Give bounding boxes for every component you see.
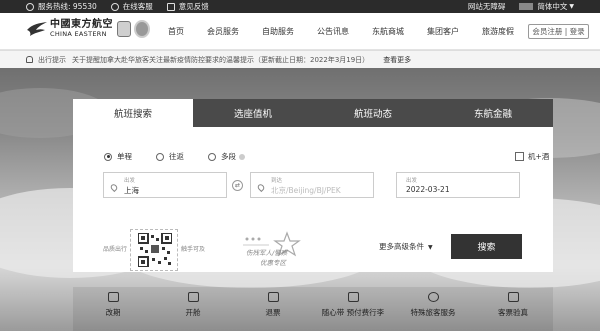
- top-utility-bar: 服务热线: 95530 在线客服 意见反馈 网站无障碍 简体中文 ▼: [0, 0, 600, 13]
- tab-seat-checkin[interactable]: 选座值机: [193, 99, 313, 127]
- service-prepaid-baggage[interactable]: 随心带 预付费行李: [313, 287, 393, 331]
- radio-label: 多段: [221, 152, 236, 161]
- main-nav: 首页 会员服务 自助服务 公告讯息 东航商城 集团客户 旅游度假: [168, 13, 537, 50]
- tab-finance[interactable]: 东航金融: [433, 99, 553, 127]
- radio-dot: [104, 152, 112, 161]
- service-upgrade[interactable]: 开舱: [153, 287, 233, 331]
- site-header: 中國東方航空 CHINA EASTERN 首页 会员服务 自助服务 公告讯息 东…: [0, 13, 600, 50]
- swap-cities-icon[interactable]: ⇄: [232, 180, 243, 191]
- nav-announcements[interactable]: 公告讯息: [317, 26, 349, 37]
- phone-icon: [26, 2, 34, 11]
- headset-icon: [110, 2, 119, 11]
- flight-hotel-checkbox[interactable]: 机+酒: [515, 151, 549, 162]
- login-register-button[interactable]: 会员注册 | 登录: [528, 24, 589, 39]
- checkbox-box: [515, 152, 524, 161]
- nav-home[interactable]: 首页: [168, 26, 184, 37]
- service-special-passengers[interactable]: 特殊旅客服务: [393, 287, 473, 331]
- service-label: 客票验真: [498, 308, 528, 317]
- hotline: 服务热线: 95530: [26, 1, 97, 12]
- bell-icon: [26, 56, 33, 63]
- emblem-badge-icon: [134, 20, 150, 38]
- info-icon[interactable]: [239, 153, 245, 160]
- radio-dot: [156, 152, 164, 161]
- feedback-label: 意见反馈: [178, 2, 209, 11]
- radio-one-way[interactable]: 单程: [104, 151, 132, 162]
- qr-code: [130, 229, 178, 271]
- ticket-icon: [267, 292, 279, 302]
- tab-flight-status[interactable]: 航班动态: [313, 99, 433, 127]
- caret-down-icon: ▼: [428, 244, 433, 251]
- nav-self-service[interactable]: 自助服务: [262, 26, 294, 37]
- notice-more-link[interactable]: 查看更多: [383, 55, 411, 65]
- qr-caption-left: 品质出行: [103, 246, 128, 253]
- service-reschedule[interactable]: 改期: [73, 287, 153, 331]
- radio-round-trip[interactable]: 往返: [156, 151, 184, 162]
- service-ticket-verify[interactable]: 客票验真: [473, 287, 553, 331]
- to-placeholder: 北京/Beijing/BJ/PEK: [271, 186, 341, 195]
- verify-icon: [507, 292, 519, 302]
- logo-chinese-text: 中國東方航空: [50, 19, 113, 31]
- search-button[interactable]: 搜索: [451, 234, 522, 259]
- quick-services-bar: 改期 开舱 退票 随心带 预付费行李 特殊旅客服务 客票验真: [73, 287, 553, 331]
- qr-caption-right: 触手可及: [181, 246, 206, 253]
- chevron-down-icon: ▼: [569, 3, 574, 10]
- travel-notice-bar: 出行提示 关于提醒加拿大赴华旅客关注最新疫情防控要求的温馨提示（更新截止日期：2…: [0, 51, 600, 68]
- from-value: 上海: [124, 186, 139, 195]
- radio-label: 单程: [117, 152, 132, 161]
- service-label: 退票: [265, 308, 281, 317]
- notice-text[interactable]: 关于提醒加拿大赴华旅客关注最新疫情防控要求的温馨提示（更新截止日期：2022年3…: [72, 55, 369, 65]
- radio-multi-city[interactable]: 多段: [208, 151, 245, 162]
- booking-tabs: 航班搜索 选座值机 航班动态 东航金融: [73, 99, 553, 127]
- seat-icon: [187, 292, 199, 302]
- nav-corporate[interactable]: 集团客户: [427, 26, 459, 37]
- language-selector[interactable]: 简体中文: [537, 1, 567, 12]
- online-service-link[interactable]: 在线客服: [110, 1, 153, 12]
- service-label: 改期: [105, 308, 121, 317]
- china-eastern-logo[interactable]: 中國東方航空 CHINA EASTERN: [26, 20, 150, 38]
- swallow-logo-icon: [27, 22, 47, 36]
- hotline-text: 服务热线: 95530: [38, 2, 97, 11]
- accessibility-link[interactable]: 网站无障碍: [468, 1, 506, 12]
- user-region-icon: [519, 3, 534, 10]
- radio-label: 往返: [169, 152, 184, 161]
- heart-icon: [427, 292, 439, 302]
- from-city-field[interactable]: 出发 上海: [103, 172, 227, 198]
- to-label: 到达: [271, 178, 283, 184]
- online-service-label: 在线客服: [122, 2, 153, 11]
- from-label: 出发: [124, 178, 136, 184]
- advanced-options-toggle[interactable]: 更多高级条件 ▼: [379, 241, 433, 252]
- departure-date-field[interactable]: 出发 2022-03-21: [396, 172, 520, 198]
- notice-label: 出行提示: [38, 55, 66, 64]
- promo-line2: 优惠专区: [260, 259, 286, 267]
- trip-type-group: 单程 往返 多段: [104, 151, 269, 162]
- logo-english-text: CHINA EASTERN: [50, 30, 107, 39]
- nav-travel[interactable]: 旅游度假: [482, 26, 514, 37]
- tab-flight-search[interactable]: 航班搜索: [73, 99, 193, 127]
- to-city-field[interactable]: 到达 北京/Beijing/BJ/PEK: [250, 172, 374, 198]
- qr-code-icon: [138, 233, 172, 267]
- nav-member-services[interactable]: 会员服务: [207, 26, 239, 37]
- location-pin-icon: [256, 182, 266, 193]
- service-refund[interactable]: 退票: [233, 287, 313, 331]
- luggage-icon: [347, 292, 359, 302]
- date-value: 2022-03-21: [406, 185, 450, 194]
- advanced-options-label: 更多高级条件: [379, 242, 424, 251]
- skyteam-badge-icon: [117, 21, 131, 37]
- feedback-icon: [166, 2, 175, 11]
- promo-line1: 伤残军人/警察: [246, 249, 288, 257]
- calendar-icon: [107, 292, 119, 302]
- service-label: 随心带 预付费行李: [321, 308, 385, 317]
- location-pin-icon: [109, 182, 119, 193]
- service-label: 开舱: [185, 308, 201, 317]
- feedback-link[interactable]: 意见反馈: [166, 1, 209, 12]
- checkbox-label: 机+酒: [528, 152, 550, 161]
- date-label: 出发: [406, 178, 418, 184]
- nav-mall[interactable]: 东航商城: [372, 26, 404, 37]
- radio-dot: [208, 152, 216, 161]
- service-label: 特殊旅客服务: [410, 308, 456, 317]
